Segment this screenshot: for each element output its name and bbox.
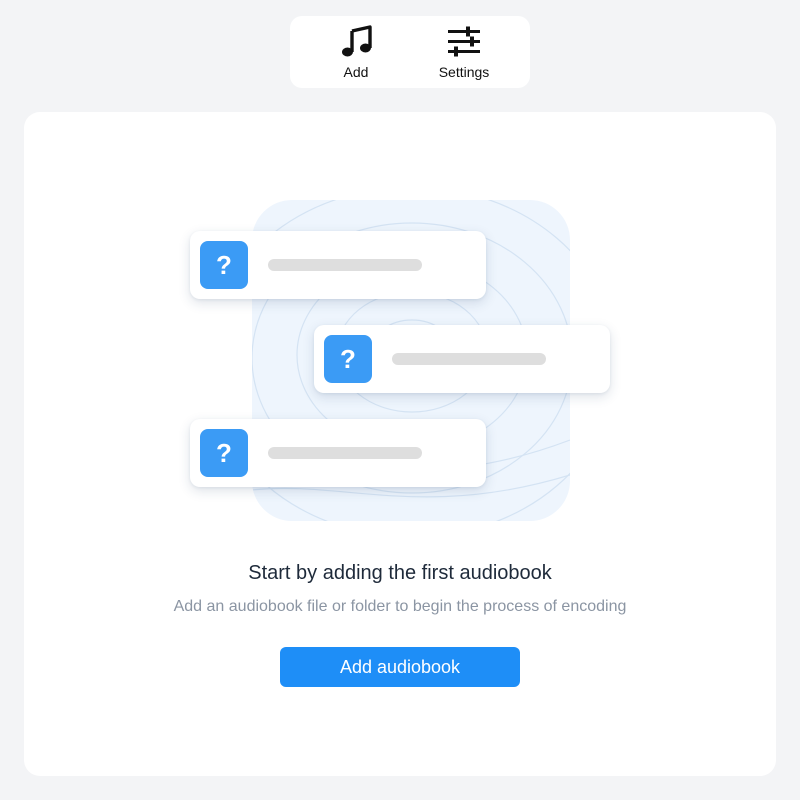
settings-button-label: Settings xyxy=(438,64,490,80)
add-audiobook-button[interactable]: Add audiobook xyxy=(280,647,520,687)
placeholder-item: ? xyxy=(190,231,486,299)
empty-state-description: Add an audiobook file or folder to begin… xyxy=(173,598,627,615)
placeholder-item: ? xyxy=(314,325,610,393)
empty-state-title: Start by adding the first audiobook xyxy=(248,562,552,584)
placeholder-line xyxy=(392,353,546,365)
placeholder-item: ? xyxy=(190,419,486,487)
question-mark-icon: ? xyxy=(324,335,372,383)
sliders-icon xyxy=(448,26,480,57)
placeholder-line xyxy=(268,259,422,271)
empty-state-card: ? ? ? Start by adding the first audioboo… xyxy=(24,112,776,776)
question-mark-icon: ? xyxy=(200,241,248,289)
settings-button[interactable]: Settings xyxy=(428,16,500,88)
placeholder-line xyxy=(268,447,422,459)
question-mark-icon: ? xyxy=(200,429,248,477)
add-button-label: Add xyxy=(343,64,369,80)
music-note-icon xyxy=(342,25,372,57)
add-button[interactable]: Add xyxy=(326,16,386,88)
toolbar: Add Settings xyxy=(290,16,530,88)
